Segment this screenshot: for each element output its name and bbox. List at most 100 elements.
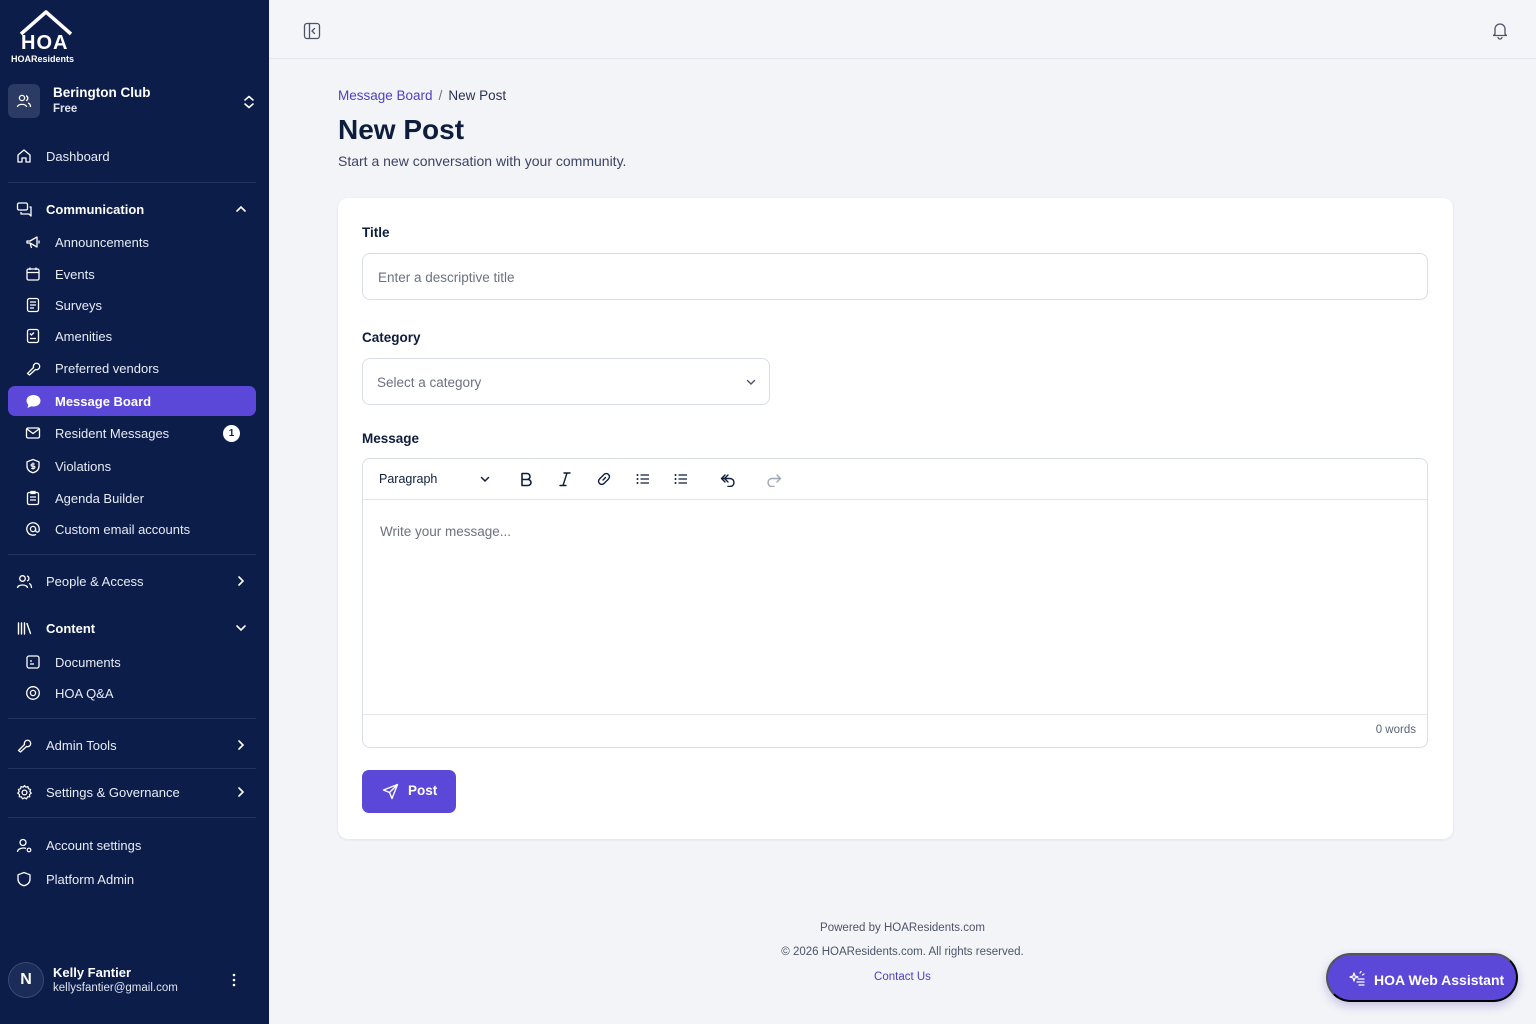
hoa-logo[interactable]: HOA HOAResidents bbox=[11, 10, 81, 66]
calendar-icon bbox=[24, 265, 42, 283]
shield-dollar-icon bbox=[24, 457, 42, 475]
sidebar-divider bbox=[8, 817, 256, 818]
org-plan: Free bbox=[53, 103, 78, 115]
sidebar-divider bbox=[8, 554, 256, 555]
message-label: Message bbox=[362, 431, 420, 446]
chevron-up-down-icon bbox=[244, 95, 254, 109]
breadcrumb: Message Board / New Post bbox=[338, 88, 506, 103]
breadcrumb-separator: / bbox=[438, 88, 443, 103]
sidebar-group-content[interactable]: Content bbox=[8, 613, 256, 643]
user-settings-icon bbox=[15, 836, 33, 854]
megaphone-icon bbox=[24, 233, 42, 251]
chevron-right-icon bbox=[238, 576, 245, 586]
sidebar-item-label: Message Board bbox=[55, 394, 152, 409]
mail-icon bbox=[24, 424, 42, 442]
paragraph-style-select[interactable]: Paragraph bbox=[379, 472, 437, 486]
topbar bbox=[269, 0, 1536, 59]
title-placeholder: Enter a descriptive title bbox=[378, 270, 515, 285]
sidebar-item-account-settings[interactable]: Account settings bbox=[8, 830, 256, 860]
users-icon bbox=[16, 94, 32, 108]
chevron-down-icon bbox=[236, 625, 246, 632]
logo-mark: HOA bbox=[21, 32, 69, 54]
sidebar-item-label: Events bbox=[55, 267, 95, 282]
contact-us-link[interactable]: Contact Us bbox=[874, 971, 931, 983]
new-post-form: Title Enter a descriptive title Category… bbox=[338, 198, 1453, 839]
org-avatar bbox=[8, 84, 40, 118]
word-count: 0 words bbox=[1375, 724, 1416, 736]
undo-icon[interactable] bbox=[718, 469, 738, 489]
breadcrumb-current: New Post bbox=[448, 88, 507, 103]
sidebar-collapse-icon[interactable] bbox=[303, 22, 321, 40]
sidebar-item-surveys[interactable]: Surveys bbox=[8, 290, 256, 320]
sidebar-item-label: Dashboard bbox=[46, 149, 110, 164]
message-placeholder: Write your message... bbox=[380, 524, 512, 539]
chevron-up-icon bbox=[236, 205, 246, 212]
title-input[interactable]: Enter a descriptive title bbox=[362, 253, 1428, 300]
sidebar-item-message-board[interactable]: Message Board bbox=[8, 386, 256, 416]
sidebar-group-label: Admin Tools bbox=[46, 738, 117, 753]
sidebar-item-violations[interactable]: Violations bbox=[8, 451, 256, 481]
qa-icon bbox=[24, 684, 42, 702]
redo-icon[interactable] bbox=[764, 469, 784, 489]
sidebar-group-label: Content bbox=[46, 621, 96, 636]
tools-icon bbox=[15, 736, 33, 754]
sidebar-item-custom-email-accounts[interactable]: Custom email accounts bbox=[8, 514, 256, 544]
sidebar-item-events[interactable]: Events bbox=[8, 259, 256, 289]
message-editor: Paragraph Write your message... 0 words bbox=[362, 458, 1428, 748]
sidebar-item-resident-messages[interactable]: Resident Messages 1 bbox=[8, 418, 256, 448]
chevron-down-icon bbox=[746, 379, 756, 385]
sidebar-divider bbox=[8, 718, 256, 719]
agenda-icon bbox=[24, 489, 42, 507]
numbered-list-icon[interactable] bbox=[671, 469, 691, 489]
sidebar-item-hoa-qa[interactable]: HOA Q&A bbox=[8, 678, 256, 708]
library-icon bbox=[15, 619, 33, 637]
shield-icon bbox=[15, 870, 33, 888]
sidebar-item-label: Documents bbox=[55, 655, 121, 670]
hoa-web-assistant-button[interactable]: HOA Web Assistant bbox=[1326, 953, 1518, 1002]
sidebar-item-label: Violations bbox=[55, 459, 112, 474]
bullet-list-icon[interactable] bbox=[633, 469, 653, 489]
sidebar-group-admin-tools[interactable]: Admin Tools bbox=[8, 730, 256, 760]
sidebar-item-label: Surveys bbox=[55, 298, 102, 313]
sidebar-divider bbox=[8, 182, 256, 183]
home-icon bbox=[15, 147, 33, 165]
more-vertical-icon[interactable] bbox=[230, 972, 238, 988]
sidebar-item-label: Agenda Builder bbox=[55, 491, 144, 506]
category-select[interactable]: Select a category bbox=[362, 358, 770, 405]
footer-powered-by: Powered by HOAResidents.com bbox=[820, 922, 985, 934]
sidebar-item-label: Resident Messages bbox=[55, 426, 170, 441]
italic-icon[interactable] bbox=[555, 469, 575, 489]
chevron-down-icon[interactable] bbox=[479, 473, 491, 485]
sidebar-divider bbox=[8, 768, 256, 769]
org-switcher[interactable]: Berington Club Free bbox=[8, 84, 260, 120]
sidebar-item-announcements[interactable]: Announcements bbox=[8, 227, 256, 257]
sidebar-item-label: Custom email accounts bbox=[55, 522, 191, 537]
sidebar-item-documents[interactable]: Documents bbox=[8, 647, 256, 677]
sidebar-group-settings-governance[interactable]: Settings & Governance bbox=[8, 777, 256, 807]
sidebar-item-label: Preferred vendors bbox=[55, 361, 160, 376]
logo-text: HOAResidents bbox=[11, 54, 75, 64]
link-icon[interactable] bbox=[594, 469, 614, 489]
bell-icon[interactable] bbox=[1490, 20, 1510, 40]
sidebar-item-label: Amenities bbox=[55, 329, 113, 344]
post-button[interactable]: Post bbox=[362, 770, 456, 813]
bold-icon[interactable] bbox=[516, 469, 536, 489]
sidebar-item-agenda-builder[interactable]: Agenda Builder bbox=[8, 483, 256, 513]
sidebar-item-preferred-vendors[interactable]: Preferred vendors bbox=[8, 353, 256, 383]
sidebar-group-label: Communication bbox=[46, 202, 145, 217]
editor-toolbar: Paragraph bbox=[363, 459, 1427, 500]
wrench-icon bbox=[24, 359, 42, 377]
sidebar-item-platform-admin[interactable]: Platform Admin bbox=[8, 864, 256, 894]
message-textarea[interactable]: Write your message... bbox=[363, 500, 1427, 715]
sidebar-item-amenities[interactable]: Amenities bbox=[8, 321, 256, 351]
sidebar-item-label: Platform Admin bbox=[46, 872, 135, 887]
gear-icon bbox=[15, 783, 33, 801]
breadcrumb-link-message-board[interactable]: Message Board bbox=[338, 88, 433, 103]
user-profile[interactable]: N Kelly Fantier kellysfantier@gmail.com bbox=[8, 960, 260, 1000]
sidebar-item-dashboard[interactable]: Dashboard bbox=[8, 141, 256, 171]
sidebar-group-communication[interactable]: Communication bbox=[8, 194, 256, 224]
user-name: Kelly Fantier bbox=[53, 965, 132, 980]
sidebar: HOA HOAResidents Berington Club Free Das… bbox=[0, 0, 269, 1024]
people-icon bbox=[15, 572, 33, 590]
sidebar-group-people-access[interactable]: People & Access bbox=[8, 566, 256, 596]
